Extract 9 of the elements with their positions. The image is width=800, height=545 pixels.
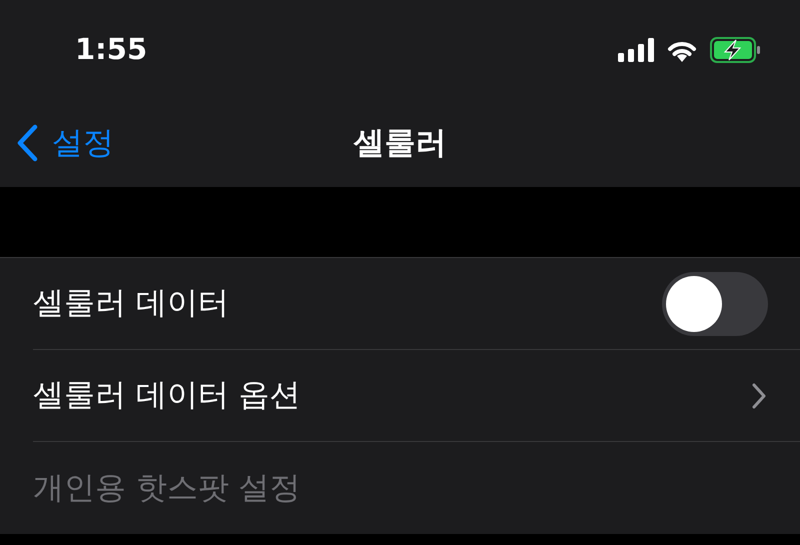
row-label: 셀룰러 데이터 옵션 [33, 376, 302, 416]
signal-icon [618, 38, 654, 62]
row-label: 개인용 핫스팟 설정 [33, 468, 302, 508]
chevron-icon [752, 382, 766, 408]
page-title: 셀룰러 [354, 124, 446, 164]
back-chevron-icon [16, 124, 38, 162]
status-time: 1:55 [75, 31, 148, 68]
back-button[interactable]: 설정 [16, 120, 114, 166]
row-label: 셀룰러 데이터 [33, 284, 230, 324]
